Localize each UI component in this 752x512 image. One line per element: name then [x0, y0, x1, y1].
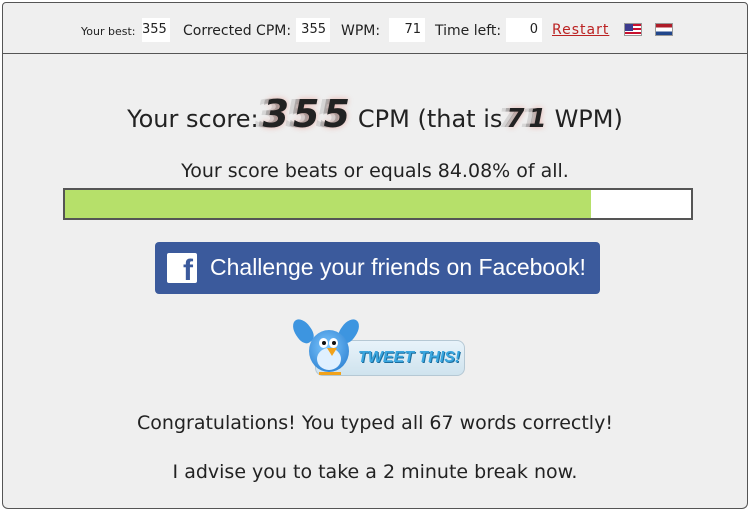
score-prefix: Your score:	[127, 105, 259, 133]
wpm-score: 71	[506, 104, 551, 134]
facebook-challenge-button[interactable]: f Challenge your friends on Facebook!	[155, 242, 600, 294]
facebook-button-label: Challenge your friends on Facebook!	[210, 254, 586, 280]
cpm-unit: CPM (that is	[357, 105, 503, 133]
typing-test-result-page: Your best: 355 Corrected CPM: 355 WPM: 7…	[0, 0, 752, 512]
us-flag-icon[interactable]	[624, 23, 642, 36]
percentile-bar	[63, 188, 693, 220]
corrected-cpm-value: 355	[296, 18, 330, 42]
break-advice-message: I advise you to take a 2 minute break no…	[172, 461, 578, 483]
restart-link[interactable]: Restart	[552, 22, 609, 38]
wpm-value: 71	[389, 18, 425, 42]
cpm-score: 355	[262, 92, 354, 136]
wpm-label: WPM:	[341, 23, 381, 39]
result-panel: Your score: 355 CPM (that is 71 WPM) Your sc…	[2, 54, 748, 509]
corrected-cpm-label: Corrected CPM:	[183, 23, 292, 39]
score-line: Your score: 355 CPM (that is 71 WPM)	[3, 92, 747, 136]
tweet-this-button[interactable]: TWEET THIS!	[288, 314, 469, 386]
facebook-icon: f	[167, 253, 197, 283]
congratulations-message: Congratulations! You typed all 67 words …	[137, 412, 613, 434]
percentile-bar-fill	[65, 190, 592, 218]
tweet-label: TWEET THIS!	[358, 349, 461, 366]
stats-row: Your best: 355 Corrected CPM: 355 WPM: 7…	[3, 18, 747, 44]
time-left-value: 0	[506, 18, 542, 42]
percentile-text: Your score beats or equals 84.08% of all…	[181, 160, 569, 182]
time-left-label: Time left:	[435, 23, 502, 39]
stats-bar: Your best: 355 Corrected CPM: 355 WPM: 7…	[2, 2, 748, 54]
wpm-unit: WPM)	[554, 105, 623, 133]
nl-flag-icon[interactable]	[655, 23, 673, 36]
best-value: 355	[142, 18, 170, 42]
best-label: Your best:	[81, 25, 136, 38]
